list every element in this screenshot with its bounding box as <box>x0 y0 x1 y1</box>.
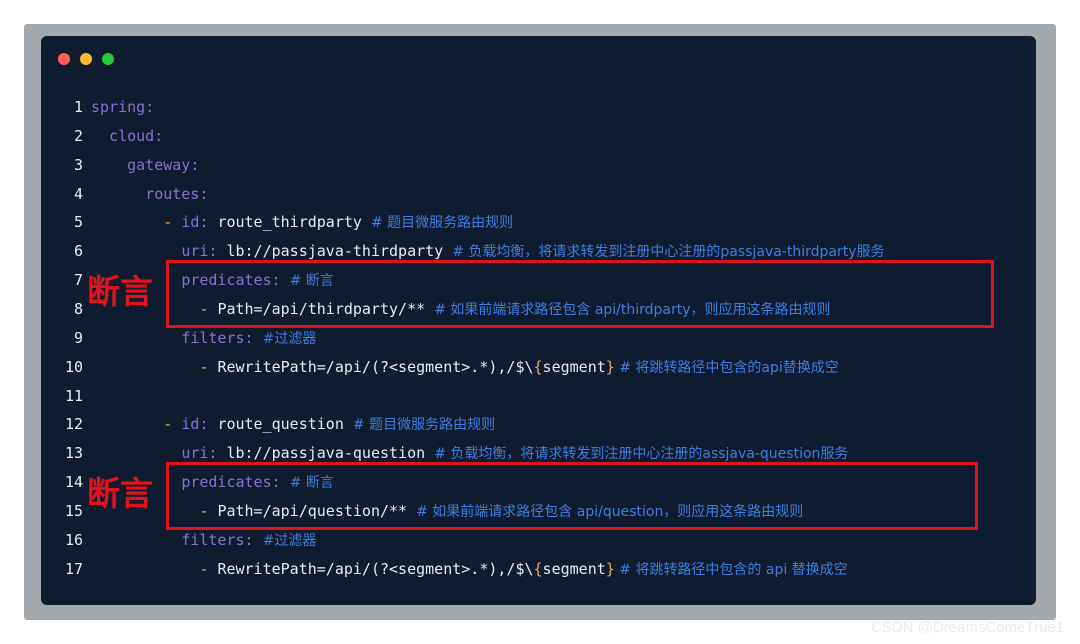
line-number: 13 <box>64 444 83 463</box>
line-number: 3 <box>73 155 83 174</box>
csdn-watermark: CSDN @DreamsComeTrue1 <box>870 619 1064 636</box>
yaml-key: gateway <box>127 155 191 174</box>
line-number: 16 <box>64 530 83 549</box>
line-number: 15 <box>64 501 83 520</box>
yaml-colon: : <box>145 98 155 116</box>
yaml-colon: : <box>208 444 227 463</box>
line-number: 2 <box>73 126 83 145</box>
annotation-label-1: 断言 <box>87 272 153 311</box>
yaml-key: cloud <box>109 126 155 145</box>
yaml-value: lb://passjava-thirdparty <box>226 242 453 261</box>
code-line: 16 filters: #过滤器 <box>55 529 316 551</box>
line-number: 9 <box>73 328 83 347</box>
list-dash: - <box>163 213 182 232</box>
yaml-key: uri <box>181 242 209 261</box>
yaml-colon: : <box>244 530 263 549</box>
yaml-value: RewritePath=/api/(?<segment>.*),/$\ <box>217 357 534 376</box>
brace: } <box>605 357 615 376</box>
list-dash: - <box>163 415 182 434</box>
code-line: 2 cloud: <box>55 125 163 147</box>
yaml-comment: # 负载均衡，将请求转发到注册中心注册的assjava-question服务 <box>434 446 849 463</box>
code-line: 11 <box>55 385 91 407</box>
line-number: 17 <box>64 559 83 578</box>
close-window-button[interactable] <box>58 53 70 65</box>
yaml-value: lb://passjava-question <box>226 444 435 463</box>
yaml-value: RewritePath=/api/(?<segment>.*),/$\ <box>217 559 534 578</box>
highlight-box-predicates-2 <box>166 462 978 530</box>
yaml-value: segment <box>542 357 606 376</box>
yaml-comment: # 将跳转路径中包含的 api 替换成空 <box>614 561 848 578</box>
code-line: 13 uri: lb://passjava-question # 负载均衡，将请… <box>55 442 848 464</box>
yaml-comment: # 题目微服务路由规则 <box>352 417 496 434</box>
line-number: 1 <box>73 98 83 116</box>
yaml-value: route_question <box>217 415 353 434</box>
code-line: 5 - id: route_thirdparty # 题目微服务路由规则 <box>55 211 513 233</box>
code-line: 1 spring: <box>55 96 154 118</box>
yaml-colon: : <box>244 328 263 347</box>
code-line: 3 gateway: <box>55 154 199 176</box>
code-line: 4 routes: <box>55 183 208 205</box>
line-number: 11 <box>64 386 83 405</box>
yaml-comment: # 题目微服务路由规则 <box>370 215 514 232</box>
line-number: 7 <box>73 271 83 290</box>
line-number: 8 <box>73 299 83 318</box>
yaml-key: uri <box>181 444 209 463</box>
annotation-label-2: 断言 <box>87 474 153 513</box>
maximize-window-button[interactable] <box>102 53 114 65</box>
brace: { <box>533 559 543 578</box>
yaml-comment: #过滤器 <box>262 532 317 549</box>
highlight-box-predicates-1 <box>166 260 994 328</box>
yaml-comment: # 负载均衡，将请求转发到注册中心注册的passjava-thirdparty服… <box>452 244 885 261</box>
yaml-value: segment <box>542 559 606 578</box>
yaml-key: routes <box>145 184 200 203</box>
line-number: 6 <box>73 242 83 261</box>
code-line: 10 - RewritePath=/api/(?<segment>.*),/$\… <box>55 356 839 378</box>
line-number: 4 <box>73 184 83 203</box>
brace: { <box>533 357 543 376</box>
yaml-key: id <box>181 415 200 434</box>
code-line: 6 uri: lb://passjava-thirdparty # 负载均衡，将… <box>55 240 885 262</box>
yaml-key: filters <box>181 530 245 549</box>
yaml-colon: : <box>199 415 218 434</box>
list-dash: - <box>199 357 218 376</box>
yaml-comment: # 将跳转路径中包含的api替换成空 <box>614 359 839 376</box>
code-line: 12 - id: route_question # 题目微服务路由规则 <box>55 413 495 435</box>
yaml-value: route_thirdparty <box>217 213 371 232</box>
yaml-colon: : <box>208 242 227 261</box>
yaml-comment: #过滤器 <box>262 330 317 347</box>
yaml-colon: : <box>154 126 164 145</box>
line-number: 10 <box>64 357 83 376</box>
line-number: 5 <box>73 213 83 232</box>
yaml-key: spring <box>91 98 146 116</box>
yaml-colon: : <box>199 184 209 203</box>
line-number: 12 <box>64 415 83 434</box>
yaml-colon: : <box>199 213 218 232</box>
yaml-key: filters <box>181 328 245 347</box>
list-dash: - <box>199 559 218 578</box>
brace: } <box>605 559 615 578</box>
minimize-window-button[interactable] <box>80 53 92 65</box>
yaml-colon: : <box>190 155 200 174</box>
code-line: 17 - RewritePath=/api/(?<segment>.*),/$\… <box>55 558 848 580</box>
yaml-key: id <box>181 213 200 232</box>
line-number: 14 <box>64 473 83 492</box>
code-line: 9 filters: #过滤器 <box>55 327 316 349</box>
